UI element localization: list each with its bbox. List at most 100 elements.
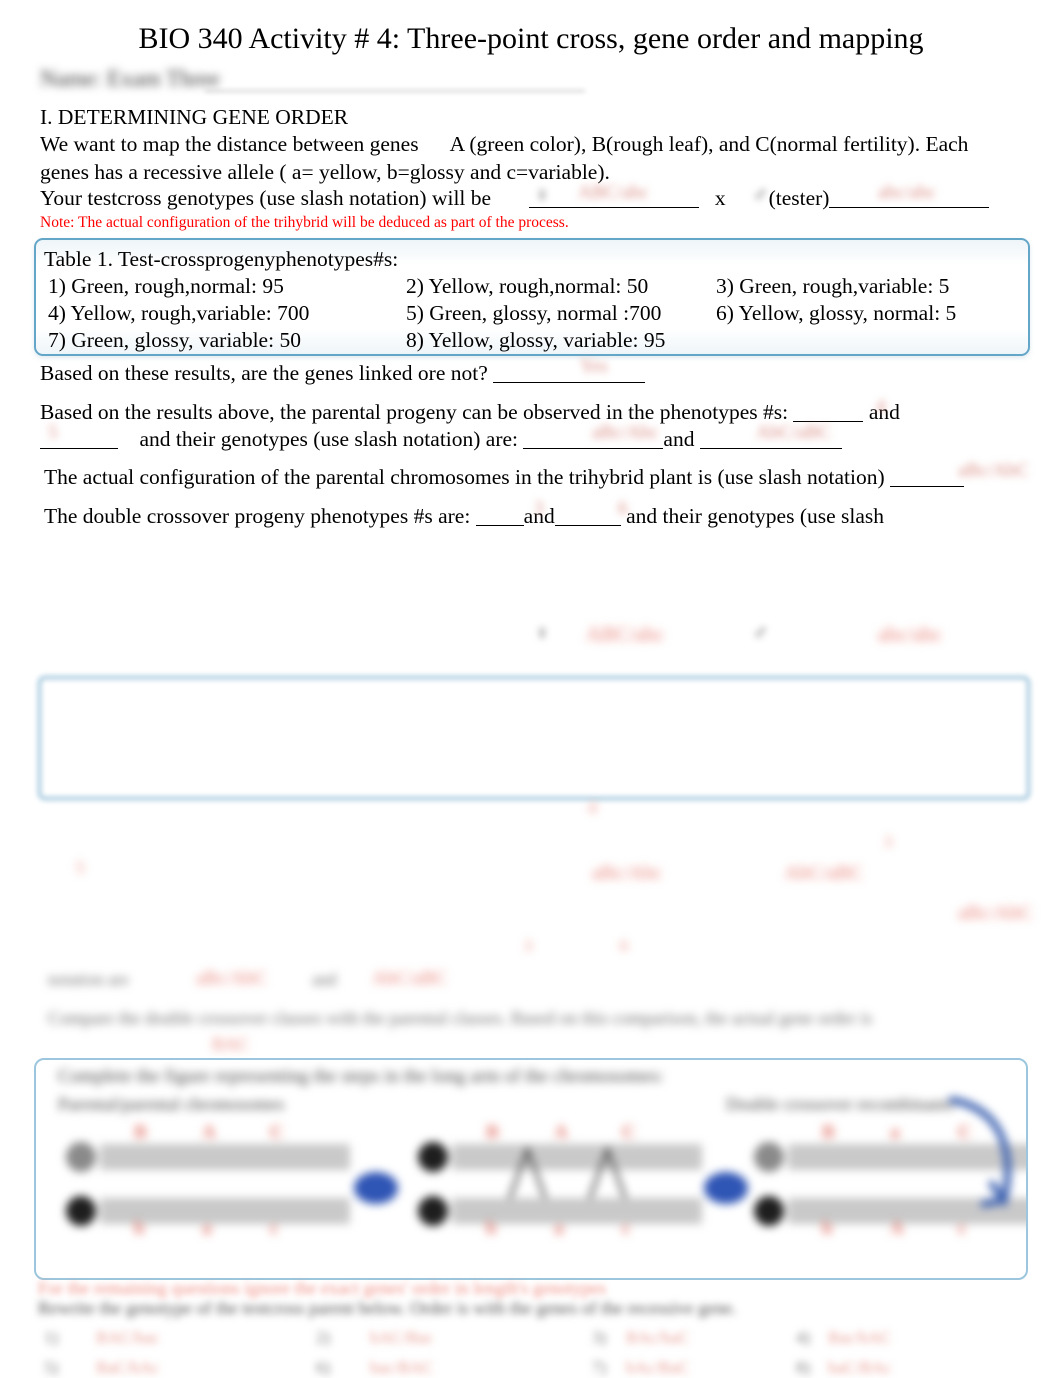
- blur-mid-text-2: aBc/AbC: [196, 968, 267, 989]
- bottom-cell-label: 7): [592, 1358, 607, 1377]
- blur-mid-text-3: and: [312, 970, 337, 989]
- bottom-cell-label: 6): [316, 1358, 331, 1377]
- parental-phenotype-blank-1[interactable]: [793, 400, 864, 422]
- bottom-cell-value: bac/BAC: [370, 1358, 434, 1377]
- note-text: Note: The actual configuration of the tr…: [40, 214, 569, 231]
- parental-and-2: and: [663, 427, 695, 451]
- curved-arrow-icon: [948, 1096, 1012, 1209]
- diagram-heading: Complete the figure representing the ste…: [58, 1066, 664, 1087]
- centromere-icon: [66, 1142, 96, 1172]
- allele-label: C: [622, 1122, 636, 1143]
- blur-fragment-1: 4: [588, 798, 597, 817]
- dco-phenotype-blank-2[interactable]: [554, 504, 621, 526]
- table-row: 7) Green, glossy, variable: 50 8) Yellow…: [48, 327, 1014, 354]
- bottom-cell-value: BaC/bAc: [96, 1358, 160, 1377]
- blur-fragment-5: 3: [884, 834, 892, 851]
- table-cell: 8) Yellow, glossy, variable: 95: [406, 328, 666, 352]
- parental-phenotype-blank-2[interactable]: [40, 427, 118, 449]
- intro-genes: A (green color), B(rough leaf), and C(no…: [449, 132, 969, 156]
- allele-label: A: [202, 1122, 216, 1143]
- question-parental-genotypes: and their genotypes (use slash notation)…: [139, 427, 519, 451]
- allele-label: a: [202, 1218, 212, 1239]
- table-row: 4) Yellow, rough,variable: 700 5) Green,…: [48, 300, 1014, 327]
- page-title: BIO 340 Activity # 4: Three-point cross,…: [138, 22, 924, 55]
- name-field-redacted: Name: Exam Three: [40, 66, 220, 91]
- allele-label: B: [486, 1122, 499, 1143]
- linked-answer-blank[interactable]: [493, 361, 646, 383]
- mid-genotype-2: abc/abc: [878, 622, 943, 646]
- mid-genotype-row: ♀ ABC/abc ♂ abc/abc: [0, 612, 1062, 664]
- configuration-answer-redacted: aBc/AbC: [958, 460, 1029, 481]
- bottom-cell-value: BAC/bac: [96, 1328, 160, 1347]
- name-field-row: Name: Exam Three: [40, 62, 585, 96]
- allele-label: B: [822, 1122, 835, 1143]
- parental-and-1: and: [868, 400, 900, 424]
- blur-mid-paragraph: Compare the double crossover classes wit…: [48, 1008, 873, 1028]
- testcross-tester-label: (tester): [768, 186, 830, 210]
- table-cell: 5) Green, glossy, normal :700: [406, 301, 662, 325]
- question-parental-line1: Based on the results above, the parental…: [40, 398, 900, 426]
- mid-marker-male: ♂: [752, 620, 769, 645]
- table-cell: 1) Green, rough,normal: 95: [48, 274, 284, 298]
- blur-fragment-8: 6: [620, 938, 628, 955]
- allele-label: C: [270, 1122, 284, 1143]
- question-double-crossover: The double crossover progeny phenotypes …: [44, 502, 884, 530]
- bottom-cell-value: bAC/Bac: [370, 1328, 434, 1347]
- allele-label: A: [890, 1218, 904, 1239]
- allele-label: b: [822, 1218, 833, 1239]
- bottom-red-instruction: For the remaining questions ignore the e…: [38, 1278, 606, 1298]
- bottom-cell-label: 3): [592, 1328, 607, 1347]
- tester-genotype-blank[interactable]: [829, 186, 990, 208]
- work-area-box[interactable]: [38, 676, 1030, 800]
- blur-fragment-2: 5: [76, 858, 85, 877]
- question-linked-text: Based on these results, are the genes li…: [40, 361, 488, 385]
- question-parental-text: Based on the results above, the parental…: [40, 400, 789, 424]
- dco-phenotype-blank-1[interactable]: [475, 504, 524, 526]
- configuration-answer-blank[interactable]: [890, 465, 965, 487]
- table-caption: Table 1. Test-crossprogenyphenotypes#s:: [44, 247, 399, 271]
- table-cell: 6) Yellow, glossy, normal: 5: [716, 301, 957, 325]
- question-dco-text: The double crossover progeny phenotypes …: [44, 504, 471, 528]
- centromere-icon: [418, 1196, 448, 1226]
- intro-line1: We want to map the distance between gene…: [40, 132, 419, 156]
- bottom-cell-value: bAc/BaC: [626, 1358, 690, 1377]
- worksheet-page: BIO 340 Activity # 4: Three-point cross,…: [0, 0, 1062, 1377]
- allele-label: c: [622, 1218, 631, 1239]
- table-grid: 1) Green, rough,normal: 95 2) Yellow, ro…: [48, 273, 1014, 354]
- chromatid-bar: [452, 1144, 702, 1170]
- phenotype-table-box: Table 1. Test-crossprogenyphenotypes#s: …: [34, 238, 1030, 356]
- table-cell: 4) Yellow, rough,variable: 700: [48, 301, 310, 325]
- blur-fragment-6: aBc/AbC: [958, 902, 1033, 924]
- diagram-label-right: Double crossover recombinants: [726, 1094, 954, 1114]
- testcross-x: x: [714, 186, 726, 210]
- intro-paragraph: We want to map the distance between gene…: [40, 130, 1020, 186]
- question-configuration: The actual configuration of the parental…: [44, 463, 965, 491]
- chromosome-diagram-box: Complete the figure representing the ste…: [34, 1058, 1028, 1280]
- allele-label: b: [134, 1218, 145, 1239]
- question-linked: Based on these results, are the genes li…: [40, 359, 646, 387]
- table-cell: 2) Yellow, rough,normal: 50: [406, 274, 649, 298]
- connector-oval-icon: [704, 1172, 748, 1204]
- testcross-genotype-blank[interactable]: [528, 186, 699, 208]
- parental-genotype-blank-1[interactable]: [523, 427, 664, 449]
- allele-label: B: [134, 1122, 147, 1143]
- allele-label: A: [554, 1122, 568, 1143]
- mid-genotype-1: ABC/abc: [586, 622, 665, 646]
- blur-fragment-3: aBc/Abc: [592, 862, 662, 884]
- centromere-icon: [754, 1196, 784, 1226]
- bottom-cell-label: 4): [796, 1328, 811, 1347]
- mid-marker-female: ♀: [534, 620, 551, 645]
- connector-oval-icon: [354, 1172, 398, 1204]
- bottom-cell-label: 5): [44, 1358, 59, 1377]
- parental-genotype-blank-2[interactable]: [699, 427, 842, 449]
- table-row: 1) Green, rough,normal: 95 2) Yellow, ro…: [48, 273, 1014, 300]
- blur-mid-text-4: AbC/aBC: [372, 968, 447, 989]
- chromosome-group-left: B A C b a c: [60, 1122, 360, 1242]
- bottom-cell-label: 2): [316, 1328, 331, 1347]
- testcross-line: Your testcross genotypes (use slash nota…: [40, 185, 990, 212]
- chromosome-group-middle: B A C b a c: [412, 1122, 712, 1242]
- testcross-marker-1: ♀: [534, 182, 551, 207]
- allele-label: b: [486, 1218, 497, 1239]
- allele-label: a: [890, 1122, 900, 1143]
- section-heading: I. DETERMINING GENE ORDER: [40, 105, 349, 129]
